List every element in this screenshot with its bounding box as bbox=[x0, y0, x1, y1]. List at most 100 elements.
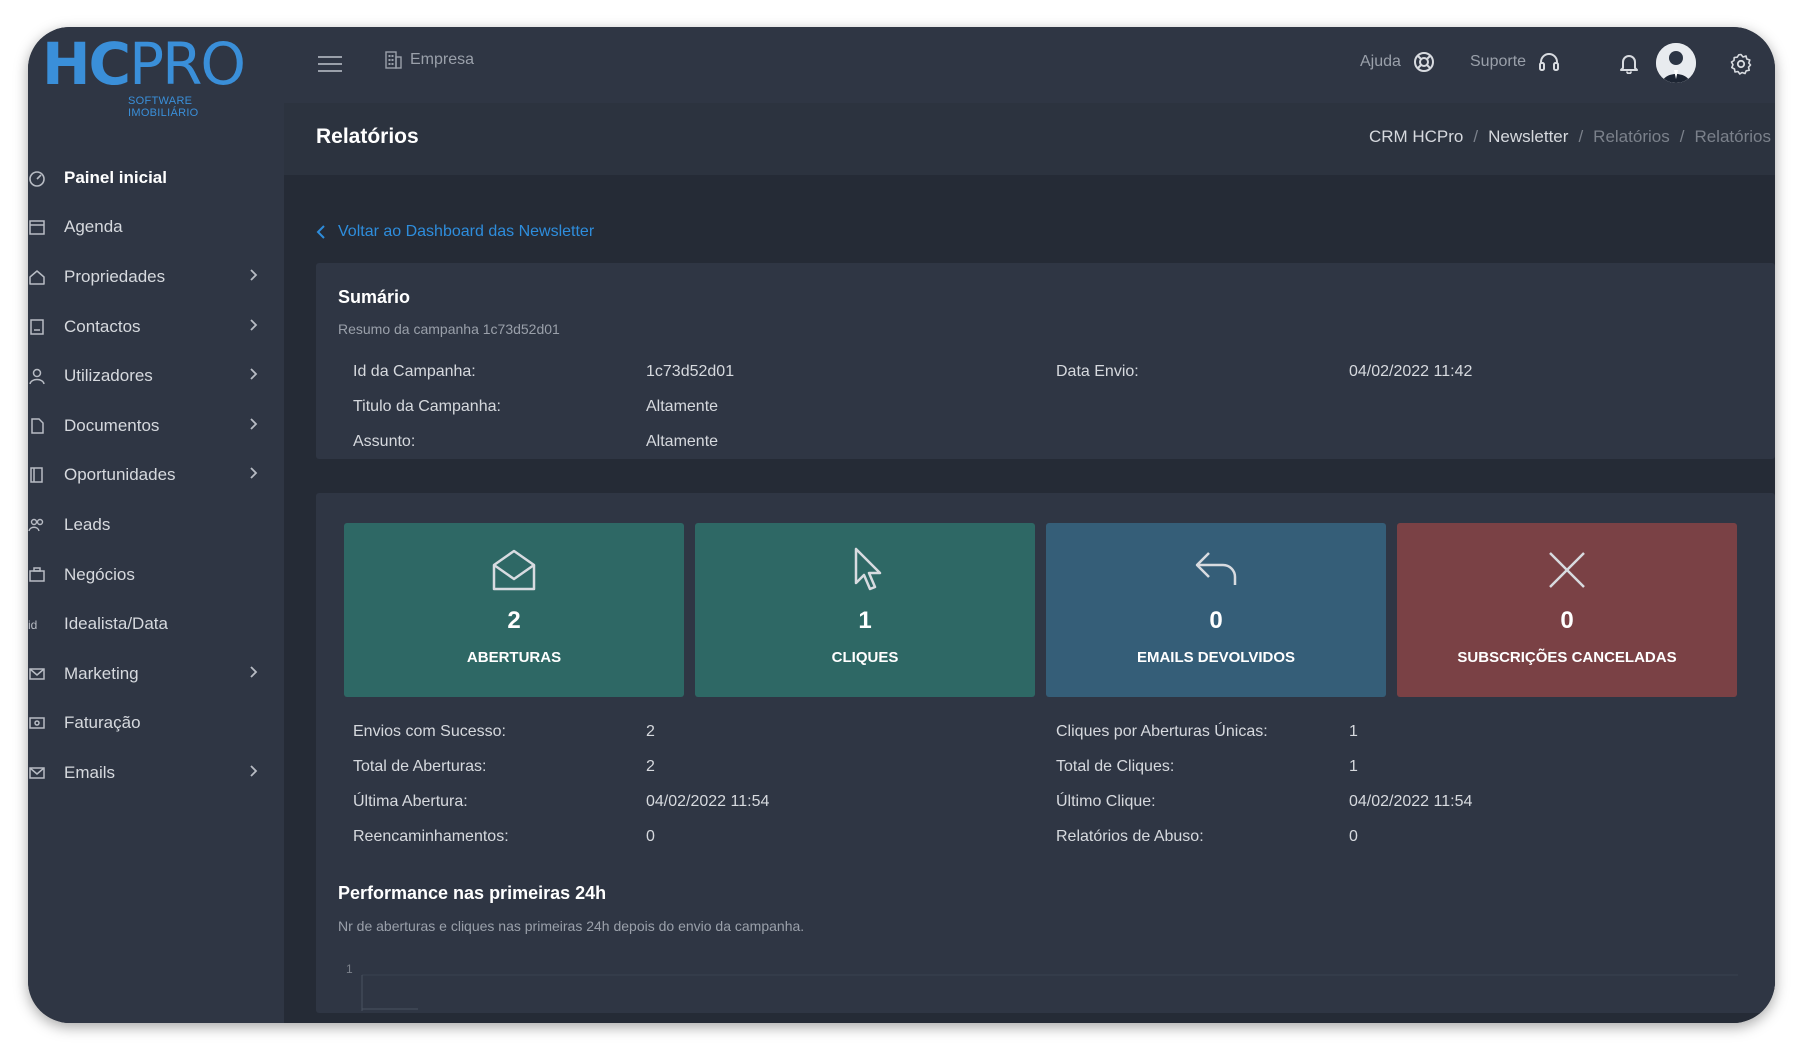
sidebar-item-neg-cios[interactable]: Negócios bbox=[28, 550, 284, 600]
users-icon bbox=[28, 516, 46, 534]
opens-value: 2 bbox=[507, 607, 521, 634]
bell-icon[interactable] bbox=[1618, 52, 1640, 74]
sidebar-item-propriedades[interactable]: Propriedades bbox=[28, 252, 284, 302]
envelope-open-icon bbox=[492, 549, 536, 591]
reply-icon bbox=[1195, 552, 1237, 585]
support-label: Suporte bbox=[1470, 53, 1527, 70]
page-header: Relatórios CRM HCPro / Newsletter / Rela… bbox=[284, 103, 1775, 175]
company-label: Empresa bbox=[410, 51, 475, 68]
mail-icon bbox=[28, 665, 46, 683]
bounced-value: 0 bbox=[1209, 607, 1223, 634]
user-icon bbox=[28, 367, 46, 385]
hamburger-menu-icon[interactable] bbox=[318, 54, 342, 74]
stats-key: Cliques por Aberturas Únicas: bbox=[1056, 723, 1268, 740]
sidebar-nav: Painel inicial Agenda Propriedades Contacto… bbox=[28, 153, 284, 798]
summary-key: Assunto: bbox=[353, 433, 416, 450]
stats-key: Reencaminhamentos: bbox=[353, 828, 509, 845]
summary-key: Data Envio: bbox=[1056, 363, 1139, 380]
sidebar-item-label: Faturação bbox=[64, 713, 141, 733]
sidebar-item-label: Propriedades bbox=[64, 266, 166, 286]
idealista-icon: id bbox=[28, 615, 46, 633]
home-icon bbox=[28, 268, 46, 286]
sidebar-item-oportunidades[interactable]: Oportunidades bbox=[28, 451, 284, 501]
chart-y-tick-label: 1 bbox=[346, 962, 353, 976]
stats-key: Último Clique: bbox=[1056, 793, 1156, 810]
sidebar: HCPRO SOFTWARE IMOBILIÁRIO Painel inicia… bbox=[28, 27, 284, 1023]
gear-icon[interactable] bbox=[1730, 53, 1752, 75]
close-icon bbox=[1549, 552, 1585, 588]
sidebar-item-fatura-o[interactable]: Faturação bbox=[28, 699, 284, 749]
logo-hc: HC bbox=[42, 30, 131, 98]
support-link[interactable]: Suporte bbox=[1470, 51, 1560, 73]
bounced-label: EMAILS DEVOLVIDOS bbox=[1136, 649, 1296, 666]
summary-key: Id da Campanha: bbox=[353, 363, 476, 380]
sidebar-item-documentos[interactable]: Documentos bbox=[28, 401, 284, 451]
lifebuoy-icon bbox=[1413, 52, 1434, 72]
headset-icon bbox=[1539, 53, 1560, 71]
chevron-right-icon bbox=[248, 764, 258, 782]
help-link[interactable]: Ajuda bbox=[1360, 51, 1435, 73]
summary-value: Altamente bbox=[646, 433, 719, 450]
breadcrumb-separator: / bbox=[1473, 127, 1479, 146]
summary-value: Altamente bbox=[646, 398, 719, 415]
mail-icon bbox=[28, 764, 46, 782]
breadcrumb-item[interactable]: CRM HCPro bbox=[1369, 127, 1463, 147]
calendar-icon bbox=[28, 218, 46, 236]
sidebar-item-emails[interactable]: Emails bbox=[28, 748, 284, 798]
breadcrumb-item[interactable]: Newsletter bbox=[1488, 127, 1568, 147]
sidebar-item-agenda[interactable]: Agenda bbox=[28, 203, 284, 253]
breadcrumb-item[interactable]: Relatórios bbox=[1593, 127, 1670, 147]
avatar-photo bbox=[1656, 43, 1696, 83]
document-icon bbox=[28, 417, 46, 435]
clicks-label: CLIQUES bbox=[831, 649, 899, 666]
stats-card: 2 ABERTURAS 1 CLIQUES 0 EMAILS DEVOLVIDO… bbox=[316, 493, 1775, 1013]
back-link-label: Voltar ao Dashboard das Newsletter bbox=[338, 223, 595, 240]
svg-text:id: id bbox=[28, 618, 37, 632]
unsubscribes-value: 0 bbox=[1560, 607, 1574, 634]
contacts-icon bbox=[28, 318, 46, 336]
stats-key: Total de Aberturas: bbox=[353, 758, 487, 775]
briefcase-icon bbox=[28, 566, 46, 584]
opens-tile[interactable]: 2 ABERTURAS bbox=[344, 523, 684, 697]
chevron-right-icon bbox=[248, 466, 258, 484]
building-icon bbox=[385, 51, 402, 69]
sidebar-item-label: Idealista/Data bbox=[64, 614, 168, 634]
sidebar-item-label: Contactos bbox=[64, 316, 141, 336]
sidebar-item-idealista-data[interactable]: id Idealista/Data bbox=[28, 599, 284, 649]
breadcrumb-separator: / bbox=[1578, 127, 1584, 146]
summary-right-list: Data Envio: 04/02/2022 11:42 bbox=[1056, 363, 1656, 403]
breadcrumb: CRM HCPro / Newsletter / Relatórios / Re… bbox=[1369, 127, 1771, 147]
performance-subtitle: Nr de aberturas e cliques nas primeiras … bbox=[338, 918, 805, 934]
unsubscribes-tile[interactable]: 0 SUBSCRIÇÕES CANCELADAS bbox=[1397, 523, 1737, 697]
sidebar-item-label: Marketing bbox=[64, 663, 139, 683]
sidebar-item-utilizadores[interactable]: Utilizadores bbox=[28, 351, 284, 401]
sidebar-item-contactos[interactable]: Contactos bbox=[28, 302, 284, 352]
stats-value: 04/02/2022 11:54 bbox=[1349, 793, 1473, 810]
hcpro-logo[interactable]: HCPRO SOFTWARE IMOBILIÁRIO bbox=[42, 29, 252, 129]
user-avatar[interactable] bbox=[1656, 43, 1696, 83]
chevron-right-icon bbox=[248, 417, 258, 435]
chevron-right-icon bbox=[248, 665, 258, 683]
breadcrumb-item-current: Relatórios bbox=[1694, 127, 1771, 146]
stats-value: 2 bbox=[646, 723, 655, 740]
main-content: Voltar ao Dashboard das Newsletter Sumár… bbox=[284, 175, 1775, 1023]
clicks-tile[interactable]: 1 CLIQUES bbox=[695, 523, 1035, 697]
back-to-newsletter-dashboard-link[interactable]: Voltar ao Dashboard das Newsletter bbox=[316, 223, 594, 241]
unsubscribes-label: SUBSCRIÇÕES CANCELADAS bbox=[1457, 649, 1677, 666]
cursor-icon bbox=[854, 547, 882, 591]
sidebar-item-marketing[interactable]: Marketing bbox=[28, 649, 284, 699]
performance-title: Performance nas primeiras 24h bbox=[338, 883, 607, 903]
stats-key: Envios com Sucesso: bbox=[353, 723, 506, 740]
sidebar-item-leads[interactable]: Leads bbox=[28, 500, 284, 550]
sidebar-item-painel-inicial[interactable]: Painel inicial bbox=[28, 153, 284, 203]
topbar: Empresa Ajuda Suporte bbox=[284, 27, 1775, 103]
performance-chart: 1 bbox=[346, 962, 1738, 1011]
summary-value: 04/02/2022 11:42 bbox=[1349, 363, 1473, 380]
bounced-emails-tile[interactable]: 0 EMAILS DEVOLVIDOS bbox=[1046, 523, 1386, 697]
company-selector[interactable]: Empresa bbox=[384, 51, 474, 69]
sidebar-item-label: Leads bbox=[64, 514, 111, 534]
stats-key: Relatórios de Abuso: bbox=[1056, 828, 1204, 845]
clicks-value: 1 bbox=[858, 607, 872, 634]
sidebar-item-label: Oportunidades bbox=[64, 465, 176, 485]
sidebar-item-label: Negócios bbox=[64, 564, 135, 584]
